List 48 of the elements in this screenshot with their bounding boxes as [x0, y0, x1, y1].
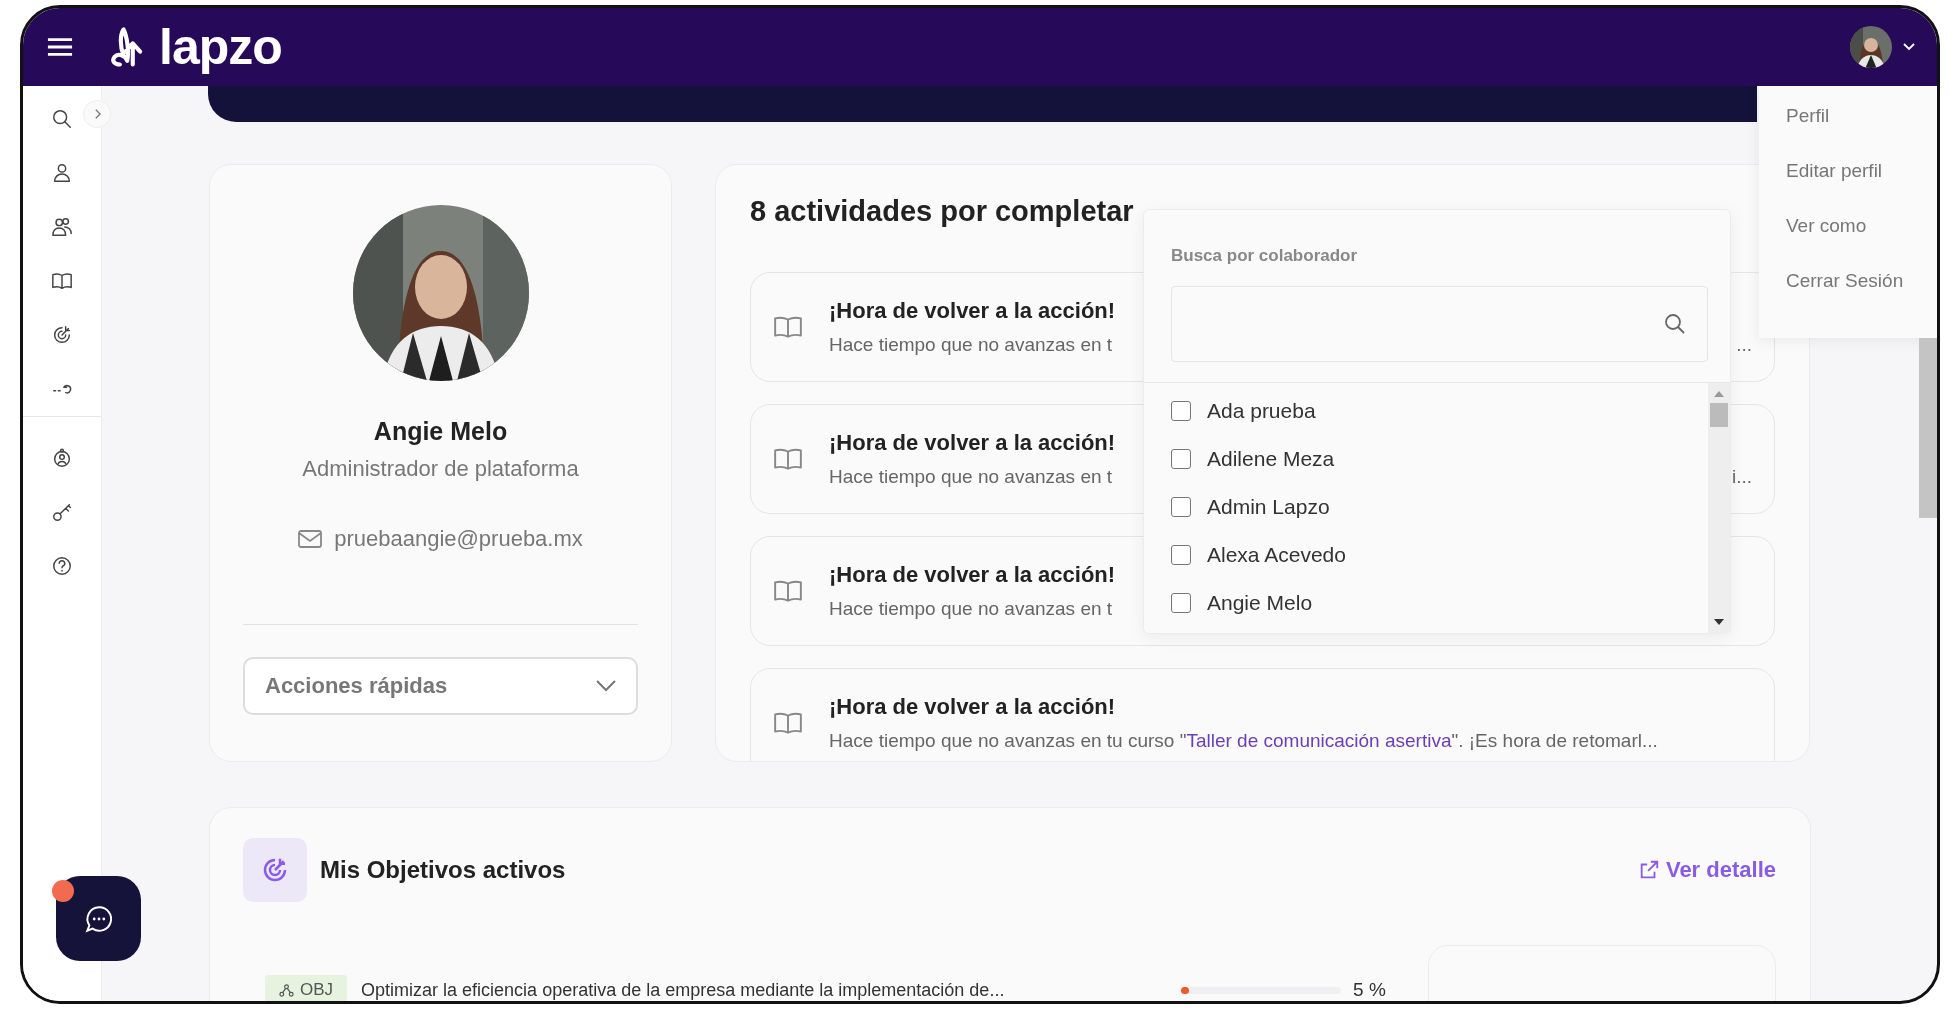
progress-percent: 5 % [1353, 979, 1386, 1001]
scroll-down-icon[interactable] [1714, 619, 1724, 625]
collaborator-option[interactable]: Admin Lapzo [1171, 483, 1708, 531]
filter-label: Busca por colaborador [1171, 246, 1359, 266]
quick-actions-select[interactable]: Acciones rápidas [243, 657, 638, 715]
collaborator-option[interactable]: Alexa Acevedo [1171, 531, 1708, 579]
course-link[interactable]: Taller de comunicación asertiva [1186, 730, 1452, 751]
profile-name: Angie Melo [373, 417, 508, 446]
mail-icon [298, 530, 323, 548]
search-field[interactable] [1171, 286, 1708, 362]
objective-text: Optimizar la eficiencia operativa de la empresa mediante la implementación de... [361, 979, 1006, 1001]
notification-dot [52, 880, 74, 902]
activity-title: ¡Hora de volver a la acción! [829, 298, 1116, 324]
search-icon[interactable] [1663, 312, 1687, 336]
target-icon [243, 838, 307, 902]
collaborator-option[interactable]: Adilene Meza [1171, 435, 1708, 483]
activity-description: Hace tiempo que no avanzas en t [829, 334, 1113, 356]
book-icon [773, 314, 803, 340]
activity-title: ¡Hora de volver a la acción! [829, 430, 1116, 456]
objectives-title: Mis Objetivos activos [320, 856, 566, 884]
menu-item[interactable]: Cerrar Sesión [1786, 269, 1937, 293]
collaborator-option[interactable]: Angie Melo [1171, 579, 1708, 627]
profile-email: pruebaangie@prueba.mx [334, 526, 583, 552]
menu-item[interactable]: Editar perfil [1786, 159, 1937, 183]
scrollbar[interactable] [1919, 338, 1937, 518]
activity-card[interactable]: ¡Hora de volver a la acción! Hace tiempo que no avanzas en tu curso "Taller de comunicación asertiva". ¡Es hora de retomarl... [750, 668, 1775, 761]
view-detail-link[interactable]: Ver detalle [1665, 857, 1776, 883]
activity-description: Hace tiempo que no avanzas en t [829, 466, 1113, 488]
collaborator-option[interactable]: Ada prueba [1171, 387, 1708, 435]
logo-text: lapzo [159, 22, 282, 72]
activities-title: 8 actividades por completar [750, 195, 1135, 228]
objective-tag: OBJ [265, 975, 348, 1001]
book-icon [773, 446, 803, 472]
activity-description: ... [1736, 334, 1752, 356]
activity-description: i... [1731, 466, 1752, 488]
scroll-thumb[interactable] [1710, 403, 1728, 427]
scrollbar[interactable] [1708, 383, 1730, 633]
book-icon [773, 578, 803, 604]
activity-description: Hace tiempo que no avanzas en tu curso "Taller de comunicación asertiva". ¡Es hora de retomarl... [829, 730, 1658, 752]
activity-description: Hace tiempo que no avanzas en t [829, 598, 1113, 620]
activity-title: ¡Hora de volver a la acción! [829, 562, 1116, 588]
hierarchy-icon [279, 982, 294, 998]
profile-role: Administrador de plataforma [302, 456, 579, 482]
menu-icon[interactable] [47, 37, 73, 57]
menu-item[interactable]: Ver como [1786, 214, 1937, 238]
book-icon [773, 710, 803, 736]
menu-item[interactable]: Perfil [1786, 104, 1937, 128]
activity-title: ¡Hora de volver a la acción! [829, 694, 1116, 720]
